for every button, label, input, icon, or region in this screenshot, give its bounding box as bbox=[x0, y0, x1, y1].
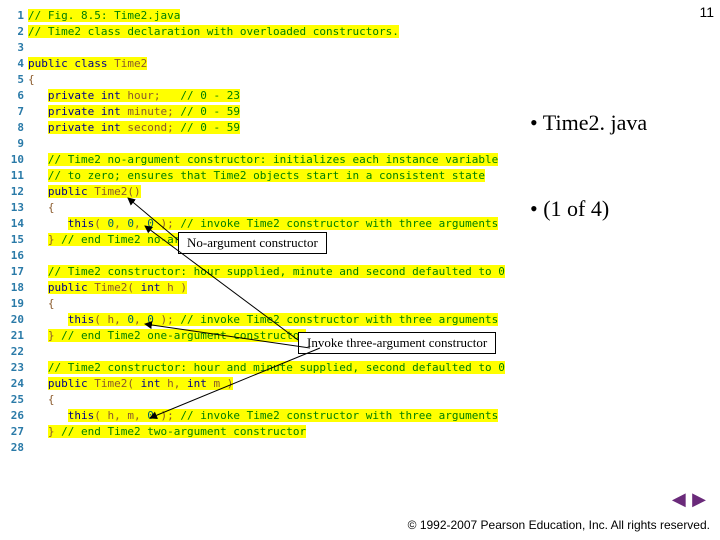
code-content: private int hour; // 0 - 23 bbox=[28, 88, 506, 104]
line-number: 3 bbox=[6, 40, 28, 56]
code-line-5: 5{ bbox=[6, 72, 506, 88]
code-line-4: 4public class Time2 bbox=[6, 56, 506, 72]
line-number: 15 bbox=[6, 232, 28, 248]
code-content: public Time2( int h, int m ) bbox=[28, 376, 506, 392]
code-line-13: 13 { bbox=[6, 200, 506, 216]
callout-invoke-three-arg: Invoke three-argument constructor bbox=[298, 332, 496, 354]
code-content: this( 0, 0, 0 ); // invoke Time2 constru… bbox=[28, 216, 506, 232]
line-number: 12 bbox=[6, 184, 28, 200]
code-line-20: 20 this( h, 0, 0 ); // invoke Time2 cons… bbox=[6, 312, 506, 328]
line-number: 22 bbox=[6, 344, 28, 360]
code-content: // Time2 no-argument constructor: initia… bbox=[28, 152, 506, 168]
code-line-2: 2// Time2 class declaration with overloa… bbox=[6, 24, 506, 40]
code-content: public class Time2 bbox=[28, 56, 506, 72]
line-number: 9 bbox=[6, 136, 28, 152]
code-line-27: 27 } // end Time2 two-argument construct… bbox=[6, 424, 506, 440]
line-number: 23 bbox=[6, 360, 28, 376]
code-content: // Time2 class declaration with overload… bbox=[28, 24, 506, 40]
code-line-28: 28 bbox=[6, 440, 506, 456]
line-number: 2 bbox=[6, 24, 28, 40]
line-number: 19 bbox=[6, 296, 28, 312]
code-line-19: 19 { bbox=[6, 296, 506, 312]
code-line-3: 3 bbox=[6, 40, 506, 56]
bullet-filename: • Time2. java bbox=[530, 110, 710, 136]
code-line-24: 24 public Time2( int h, int m ) bbox=[6, 376, 506, 392]
code-line-23: 23 // Time2 constructor: hour and minute… bbox=[6, 360, 506, 376]
line-number: 20 bbox=[6, 312, 28, 328]
code-line-12: 12 public Time2() bbox=[6, 184, 506, 200]
line-number: 6 bbox=[6, 88, 28, 104]
code-content: this( h, m, 0 ); // invoke Time2 constru… bbox=[28, 408, 506, 424]
nav-prev-icon[interactable]: ◀ bbox=[672, 490, 686, 508]
code-content: // Time2 constructor: hour and minute su… bbox=[28, 360, 506, 376]
code-content: private int second; // 0 - 59 bbox=[28, 120, 506, 136]
code-content: // Time2 constructor: hour supplied, min… bbox=[28, 264, 506, 280]
line-number: 24 bbox=[6, 376, 28, 392]
code-content: private int minute; // 0 - 59 bbox=[28, 104, 506, 120]
code-line-18: 18 public Time2( int h ) bbox=[6, 280, 506, 296]
code-content: { bbox=[28, 72, 506, 88]
line-number: 18 bbox=[6, 280, 28, 296]
line-number: 28 bbox=[6, 440, 28, 456]
code-content: this( h, 0, 0 ); // invoke Time2 constru… bbox=[28, 312, 506, 328]
line-number: 26 bbox=[6, 408, 28, 424]
line-number: 14 bbox=[6, 216, 28, 232]
code-content: { bbox=[28, 200, 506, 216]
line-number: 4 bbox=[6, 56, 28, 72]
copyright-footer: © 1992-2007 Pearson Education, Inc. All … bbox=[408, 518, 710, 532]
line-number: 17 bbox=[6, 264, 28, 280]
line-number: 1 bbox=[6, 8, 28, 24]
code-line-25: 25 { bbox=[6, 392, 506, 408]
code-line-6: 6 private int hour; // 0 - 23 bbox=[6, 88, 506, 104]
code-line-26: 26 this( h, m, 0 ); // invoke Time2 cons… bbox=[6, 408, 506, 424]
line-number: 16 bbox=[6, 248, 28, 264]
code-line-17: 17 // Time2 constructor: hour supplied, … bbox=[6, 264, 506, 280]
code-line-1: 1// Fig. 8.5: Time2.java bbox=[6, 8, 506, 24]
callout-no-arg-constructor: No-argument constructor bbox=[178, 232, 327, 254]
line-number: 10 bbox=[6, 152, 28, 168]
code-content: // to zero; ensures that Time2 objects s… bbox=[28, 168, 506, 184]
nav-controls: ◀ ▶ bbox=[670, 490, 706, 510]
code-content: public Time2() bbox=[28, 184, 506, 200]
code-line-9: 9 bbox=[6, 136, 506, 152]
code-content: { bbox=[28, 392, 506, 408]
code-content: { bbox=[28, 296, 506, 312]
line-number: 5 bbox=[6, 72, 28, 88]
code-content: public Time2( int h ) bbox=[28, 280, 506, 296]
bullet-list: • Time2. java • (1 of 4) bbox=[530, 110, 710, 222]
code-line-14: 14 this( 0, 0, 0 ); // invoke Time2 cons… bbox=[6, 216, 506, 232]
code-content: } // end Time2 two-argument constructor bbox=[28, 424, 506, 440]
line-number: 7 bbox=[6, 104, 28, 120]
line-number: 21 bbox=[6, 328, 28, 344]
line-number: 25 bbox=[6, 392, 28, 408]
code-content: // Fig. 8.5: Time2.java bbox=[28, 8, 506, 24]
line-number: 11 bbox=[6, 168, 28, 184]
nav-next-icon[interactable]: ▶ bbox=[692, 490, 706, 508]
code-line-7: 7 private int minute; // 0 - 59 bbox=[6, 104, 506, 120]
line-number: 27 bbox=[6, 424, 28, 440]
code-line-8: 8 private int second; // 0 - 59 bbox=[6, 120, 506, 136]
slide-number: 11 bbox=[699, 4, 714, 20]
code-line-10: 10 // Time2 no-argument constructor: ini… bbox=[6, 152, 506, 168]
line-number: 13 bbox=[6, 200, 28, 216]
bullet-page-of: • (1 of 4) bbox=[530, 196, 710, 222]
line-number: 8 bbox=[6, 120, 28, 136]
code-line-11: 11 // to zero; ensures that Time2 object… bbox=[6, 168, 506, 184]
